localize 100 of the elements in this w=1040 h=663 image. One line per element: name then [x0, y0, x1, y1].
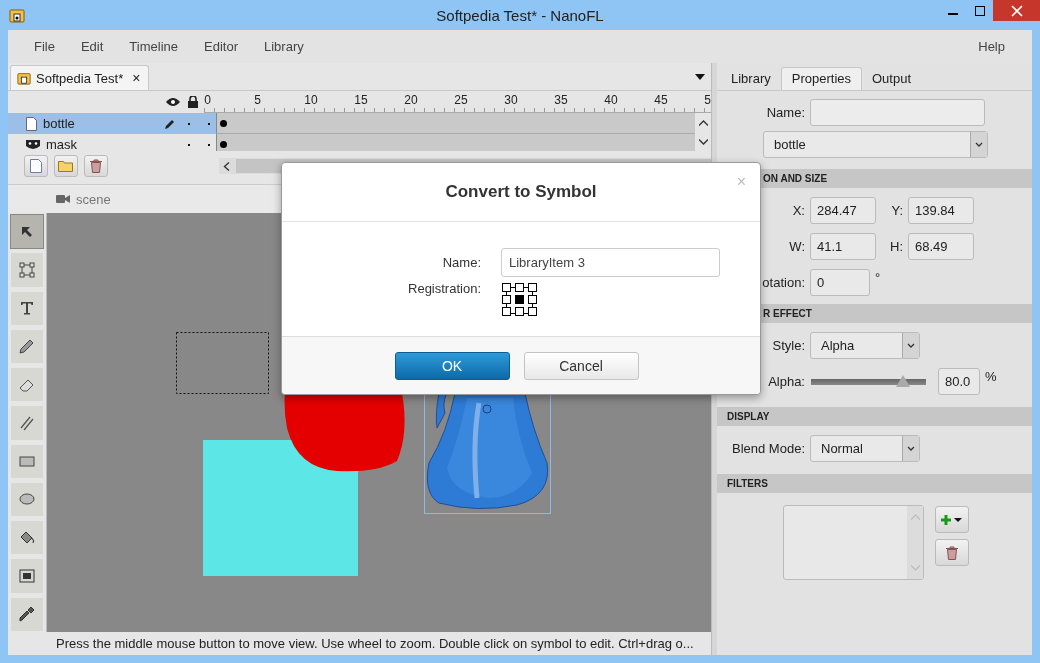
width-field[interactable]: 41.1 — [810, 232, 876, 260]
gradient-tool-button[interactable] — [10, 558, 44, 594]
menu-item[interactable]: Edit — [67, 39, 117, 54]
page-icon — [30, 159, 42, 173]
lock-icon[interactable] — [188, 96, 199, 108]
menu-item[interactable]: File — [21, 39, 68, 54]
tab-close-button[interactable]: × — [132, 70, 141, 86]
page-icon — [26, 116, 37, 131]
x-field[interactable]: 284.47 — [810, 196, 876, 224]
keyframe-dot — [220, 141, 227, 148]
frame-number: 10 — [304, 92, 319, 109]
percent-sign: % — [985, 369, 997, 384]
app-icon — [9, 7, 25, 23]
frame-number: 30 — [504, 92, 519, 109]
rectangle-tool-button[interactable] — [10, 443, 44, 479]
symbol-select[interactable]: bottle — [763, 130, 988, 158]
close-icon — [1010, 4, 1023, 17]
bottle-drawing[interactable] — [426, 392, 549, 510]
select-tool-button[interactable] — [10, 214, 44, 250]
scroll-down-arrow[interactable] — [698, 138, 708, 145]
frame-number: 15 — [354, 92, 369, 109]
height-field[interactable]: 68.49 — [908, 232, 974, 260]
rotation-field[interactable]: 0 — [810, 268, 870, 296]
document-tab[interactable]: Softpedia Test* × — [10, 65, 150, 90]
field-label: Blend Mode: — [731, 440, 805, 456]
keyframe-dot — [220, 120, 227, 127]
delete-layer-button[interactable] — [84, 155, 108, 177]
chevron-up-icon — [698, 119, 708, 126]
camera-icon — [56, 194, 70, 204]
menu-item[interactable]: Editor — [191, 39, 251, 54]
ok-button[interactable]: OK — [394, 351, 510, 380]
square-shape[interactable] — [203, 440, 358, 576]
frame-number: 5 — [254, 92, 262, 109]
chevron-left-icon[interactable] — [223, 161, 230, 171]
frame-number: 40 — [604, 92, 619, 109]
menu-item[interactable]: Help — [965, 39, 1018, 54]
add-filter-button[interactable] — [935, 506, 969, 533]
section-header: FILTERS — [717, 474, 1032, 493]
menu-item[interactable]: Timeline — [116, 39, 191, 54]
pencil-icon — [18, 337, 36, 356]
dropdown-arrow-icon[interactable] — [695, 74, 705, 80]
field-label: Name: — [765, 104, 805, 120]
field-label: Name: — [441, 255, 481, 270]
scene-breadcrumb[interactable]: scene — [56, 191, 111, 207]
eyedropper-icon — [18, 605, 36, 624]
mask-icon — [26, 139, 40, 150]
name-field[interactable] — [810, 98, 985, 126]
close-button[interactable] — [993, 0, 1040, 21]
caret-icon — [907, 342, 915, 348]
maximize-icon — [974, 5, 985, 16]
frame-number: 35 — [554, 92, 569, 109]
frame-number: 0 — [204, 92, 212, 109]
registration-grid[interactable] — [502, 283, 538, 316]
folder-icon — [58, 160, 74, 172]
field-label: Style: — [771, 337, 805, 353]
y-field[interactable]: 139.84 — [908, 196, 974, 224]
new-folder-button[interactable] — [54, 155, 78, 177]
slider-thumb[interactable] — [896, 375, 910, 387]
plus-caret-icon — [941, 513, 963, 526]
panel-tab[interactable]: Properties — [780, 67, 862, 90]
text-icon — [18, 299, 36, 318]
blend-mode-select[interactable]: Normal — [810, 434, 920, 462]
panel-tab[interactable]: Library — [721, 68, 781, 90]
line-tool-button[interactable] — [10, 405, 44, 441]
style-select[interactable]: Alpha — [810, 331, 920, 359]
cancel-button[interactable]: Cancel — [523, 351, 639, 380]
field-label: H: — [889, 238, 903, 254]
minimize-icon — [947, 12, 958, 15]
symbol-name-field[interactable]: LibraryItem 3 — [501, 248, 720, 277]
new-layer-button[interactable] — [24, 155, 48, 177]
trash-icon — [90, 159, 102, 173]
gradient-icon — [18, 567, 36, 585]
frame-track[interactable] — [216, 134, 695, 151]
menu-item[interactable]: Library — [251, 39, 317, 54]
section-header: DISPLAY — [717, 407, 1032, 426]
frame-number: 45 — [654, 92, 669, 109]
panel-tab[interactable]: Output — [862, 68, 922, 90]
document-icon — [17, 71, 31, 85]
frame-number: 25 — [454, 92, 469, 109]
field-label: Y: — [890, 202, 903, 218]
caret-icon — [975, 141, 983, 147]
bucket-tool-button[interactable] — [10, 520, 44, 556]
eye-icon[interactable] — [166, 97, 181, 107]
field-label: Alpha: — [767, 373, 805, 389]
delete-filter-button[interactable] — [935, 539, 969, 566]
layer-row[interactable]: mask — [8, 134, 216, 151]
text-tool-button[interactable] — [10, 290, 44, 326]
field-label: otation: — [761, 274, 805, 290]
pencil-tool-button[interactable] — [10, 328, 44, 365]
layer-row[interactable]: bottle — [8, 113, 216, 134]
transform-tool-button[interactable] — [10, 252, 44, 288]
trash-icon — [946, 545, 958, 560]
window-title: Softpedia Test* - NanoFL — [436, 7, 604, 24]
scroll-up-arrow[interactable] — [698, 119, 708, 126]
dropper-tool-button[interactable] — [10, 596, 44, 632]
dialog-title: Convert to Symbol — [445, 182, 597, 202]
frame-number: 20 — [404, 92, 419, 109]
alpha-field[interactable]: 80.0 — [938, 367, 980, 395]
chevron-down-icon — [698, 138, 708, 145]
ellipse-tool-button[interactable] — [10, 481, 44, 518]
